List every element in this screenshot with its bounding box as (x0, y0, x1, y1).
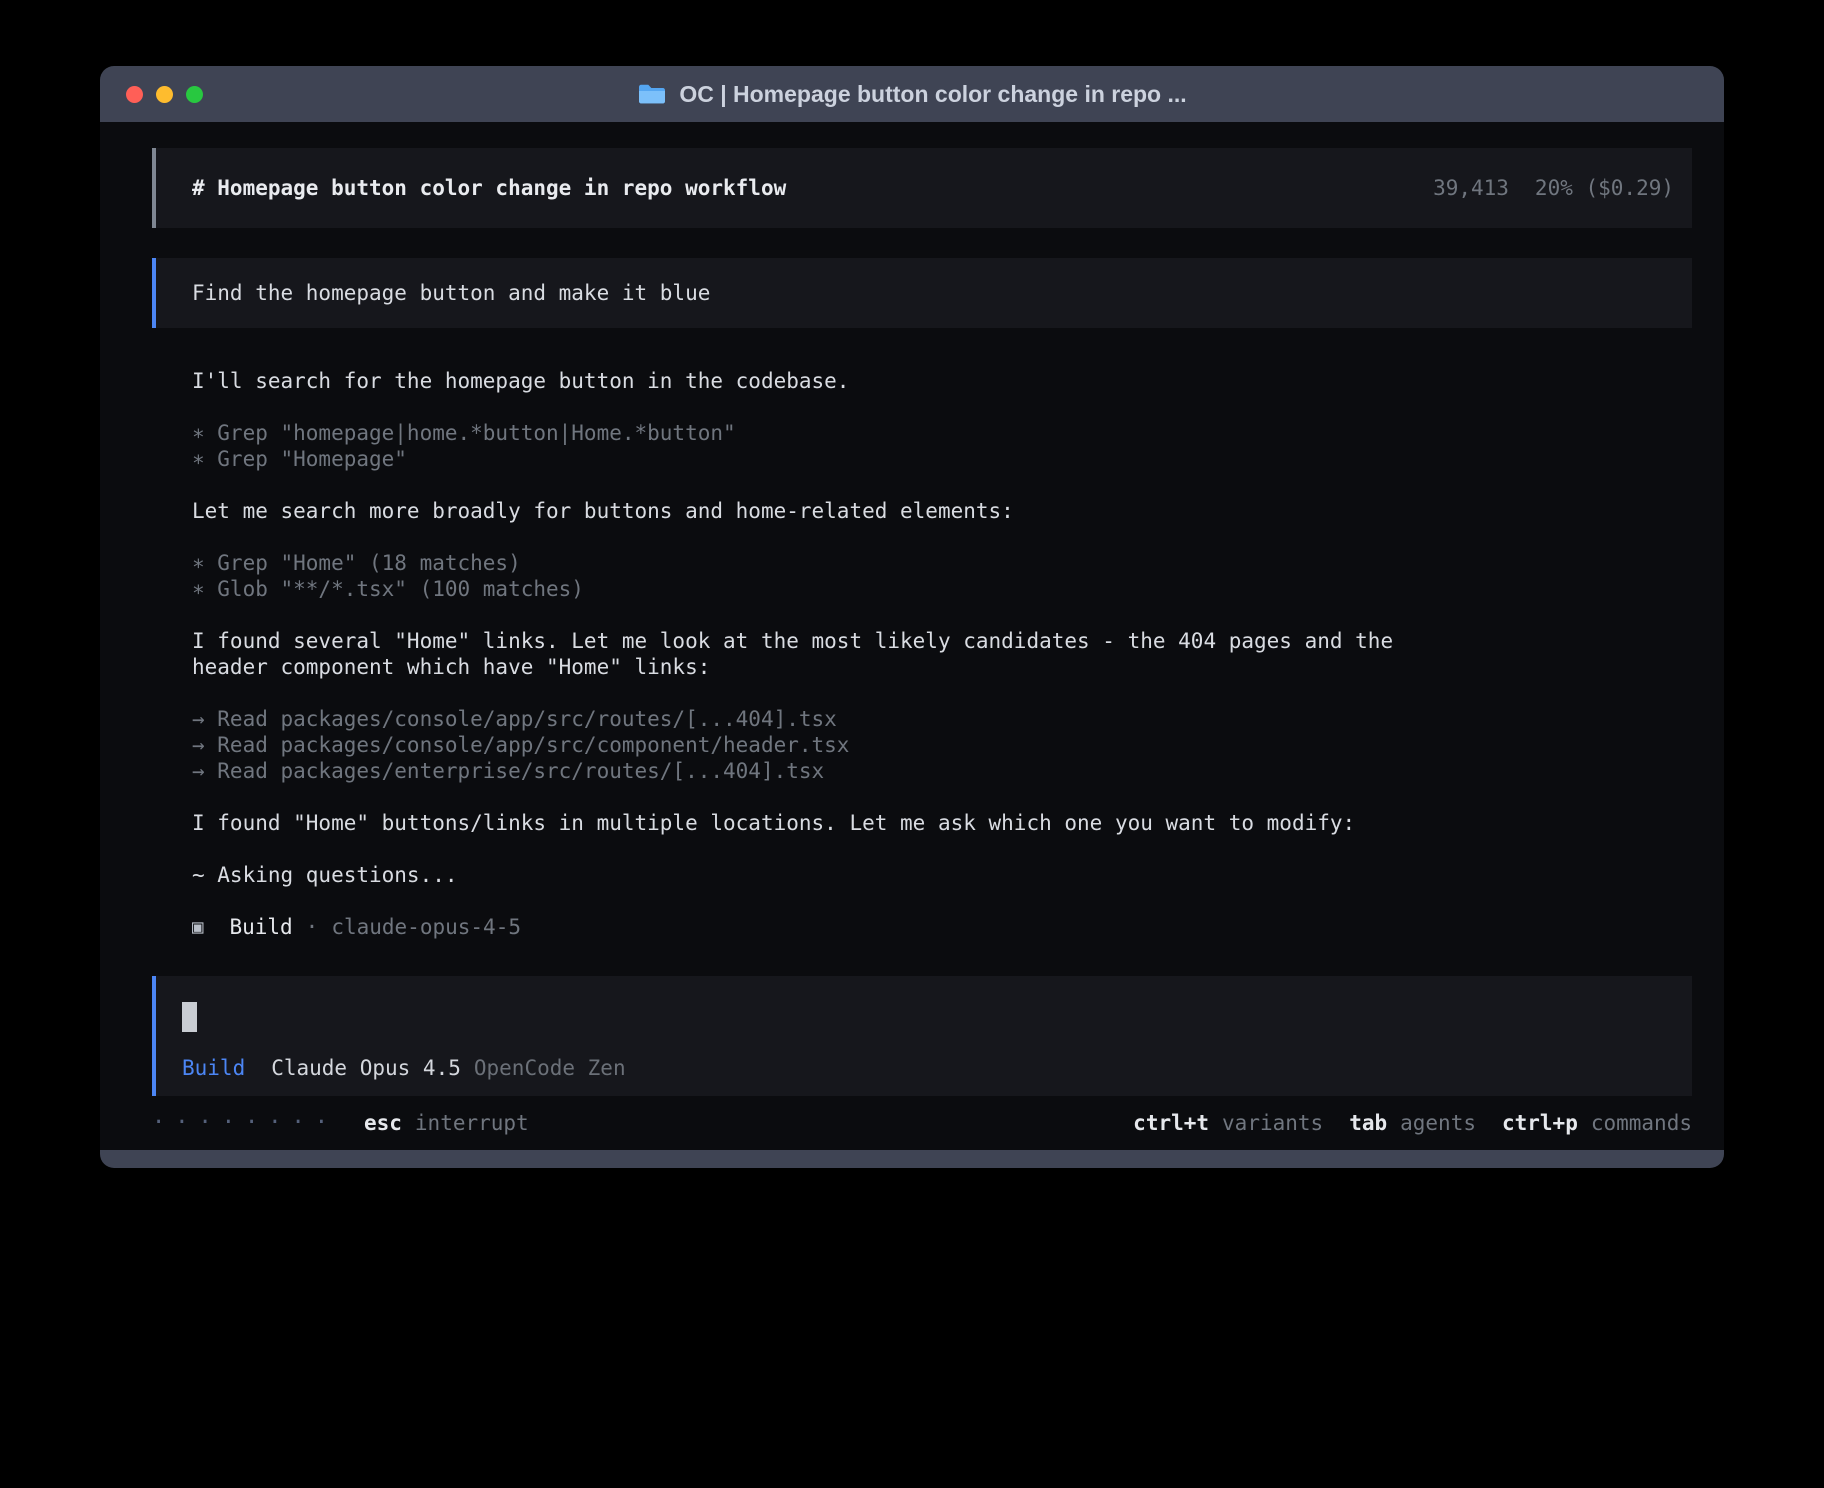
status-bar: ········ esc interrupt ctrl+t variants t… (152, 1110, 1692, 1150)
terminal-window: OC | Homepage button color change in rep… (100, 66, 1724, 1168)
assistant-paragraph: Let me search more broadly for buttons a… (192, 498, 1432, 524)
commands-label: commands (1591, 1110, 1692, 1136)
assistant-paragraph: I found "Home" buttons/links in multiple… (192, 810, 1432, 836)
variants-label: variants (1222, 1110, 1323, 1136)
provider-name: OpenCode Zen (474, 1056, 626, 1080)
session-stats: 39,413 20% ($0.29) (1433, 176, 1674, 200)
transcript: I'll search for the homepage button in t… (192, 368, 1432, 940)
session-header: # Homepage button color change in repo w… (152, 148, 1692, 228)
window-title-group: OC | Homepage button color change in rep… (637, 81, 1186, 108)
traffic-lights (126, 66, 203, 122)
grep-tool-line: ∗ Grep "homepage|home.*button|Home.*butt… (192, 420, 1432, 446)
agent-separator: · (306, 914, 319, 940)
glob-tool-line: ∗ Glob "**/*.tsx" (100 matches) (192, 576, 1432, 602)
read-tool-line: → Read packages/enterprise/src/routes/[.… (192, 758, 1432, 784)
agents-shortcut-hint: tab agents (1349, 1110, 1476, 1136)
esc-key: esc (364, 1110, 402, 1136)
folder-icon (637, 82, 667, 106)
esc-hint: esc interrupt (364, 1110, 529, 1136)
assistant-message: Let me search more broadly for buttons a… (192, 498, 1432, 524)
user-message: Find the homepage button and make it blu… (152, 258, 1692, 328)
titlebar[interactable]: OC | Homepage button color change in rep… (100, 66, 1724, 122)
agent-mode-label[interactable]: Build (182, 1056, 245, 1080)
session-title: # Homepage button color change in repo w… (192, 176, 786, 200)
agent-square-icon: ▣ (192, 914, 203, 940)
token-count: 39,413 (1433, 176, 1509, 200)
user-message-text: Find the homepage button and make it blu… (192, 281, 1674, 305)
agents-key: tab (1349, 1110, 1387, 1136)
status-bar-left: ········ esc interrupt (152, 1110, 529, 1136)
stats-gap (1509, 176, 1535, 200)
zoom-button[interactable] (186, 86, 203, 103)
agents-label: agents (1400, 1110, 1476, 1136)
agent-model-id: claude-opus-4-5 (331, 914, 521, 940)
window-title: OC | Homepage button color change in rep… (679, 81, 1186, 108)
read-tool-line: → Read packages/console/app/src/componen… (192, 732, 1432, 758)
model-status-line: Build Claude Opus 4.5 OpenCode Zen (182, 1056, 1674, 1080)
read-tool-line: → Read packages/console/app/src/routes/[… (192, 706, 1432, 732)
minimize-button[interactable] (156, 86, 173, 103)
activity-status: ~ Asking questions... (192, 862, 1432, 888)
commands-key: ctrl+p (1502, 1110, 1578, 1136)
tool-call-group: ∗ Grep "homepage|home.*button|Home.*butt… (192, 420, 1432, 472)
tool-call-group: → Read packages/console/app/src/routes/[… (192, 706, 1432, 784)
variants-key: ctrl+t (1133, 1110, 1209, 1136)
close-button[interactable] (126, 86, 143, 103)
assistant-message: I found several "Home" links. Let me loo… (192, 628, 1432, 680)
context-usage: 20% ($0.29) (1535, 176, 1674, 200)
esc-label: interrupt (415, 1110, 529, 1136)
grep-tool-line: ∗ Grep "Home" (18 matches) (192, 550, 1432, 576)
assistant-paragraph: I'll search for the homepage button in t… (192, 368, 1432, 394)
terminal-content: # Homepage button color change in repo w… (100, 122, 1724, 1150)
grep-tool-line: ∗ Grep "Homepage" (192, 446, 1432, 472)
tool-call-group: ∗ Grep "Home" (18 matches) ∗ Glob "**/*.… (192, 550, 1432, 602)
assistant-message: I found "Home" buttons/links in multiple… (192, 810, 1432, 836)
status-bar-right: ctrl+t variants tab agents ctrl+p comman… (1133, 1110, 1692, 1136)
assistant-message: I'll search for the homepage button in t… (192, 368, 1432, 394)
agent-name: Build (229, 914, 292, 940)
text-cursor (182, 1002, 197, 1032)
prompt-input[interactable]: Build Claude Opus 4.5 OpenCode Zen (152, 976, 1692, 1096)
model-name[interactable]: Claude Opus 4.5 (271, 1056, 461, 1080)
agent-status-line: ▣ Build · claude-opus-4-5 (192, 914, 1432, 940)
assistant-paragraph: I found several "Home" links. Let me loo… (192, 628, 1432, 680)
asking-questions-status: ~ Asking questions... (192, 862, 1432, 888)
commands-shortcut-hint: ctrl+p commands (1502, 1110, 1692, 1136)
spinner-dots-icon: ········ (152, 1110, 338, 1136)
variants-shortcut-hint: ctrl+t variants (1133, 1110, 1323, 1136)
